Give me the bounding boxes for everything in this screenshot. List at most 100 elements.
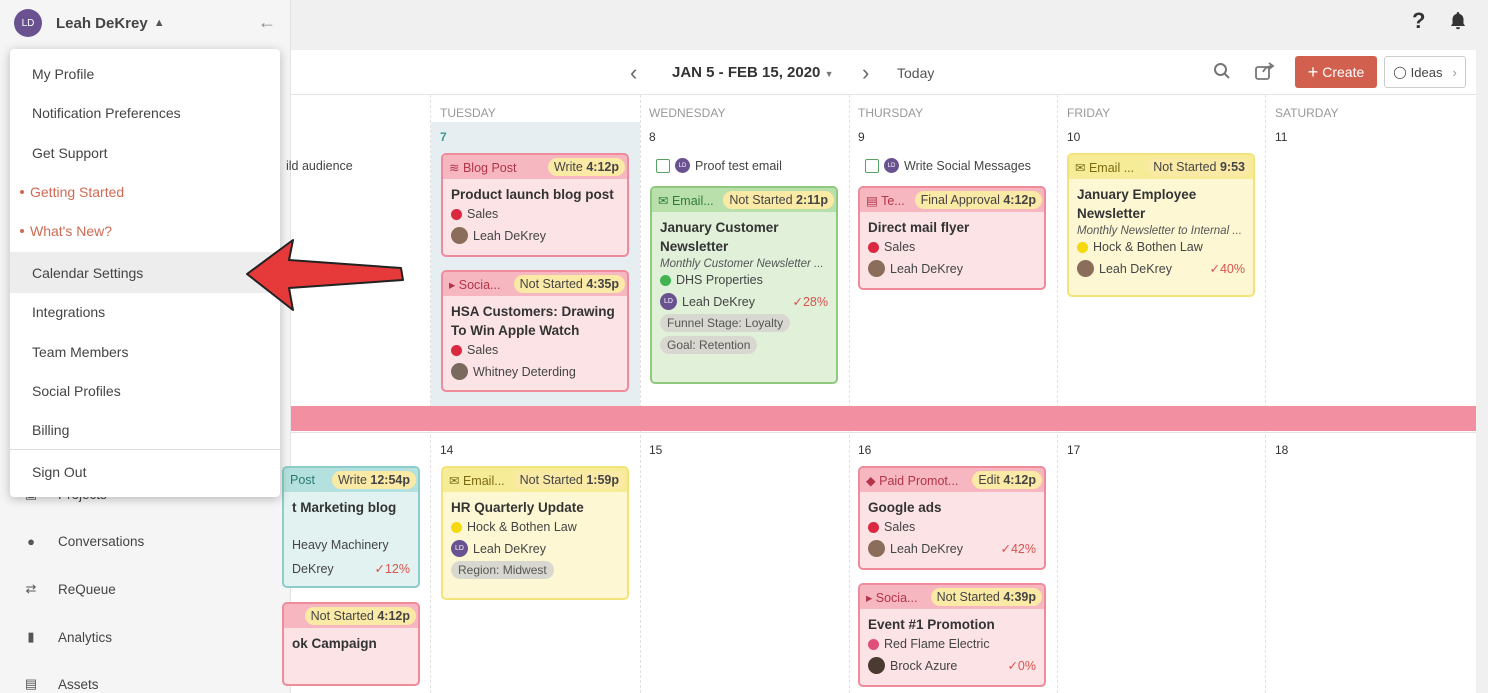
- avatar: [868, 260, 885, 277]
- collapse-sidebar-icon[interactable]: ←: [258, 12, 276, 33]
- nav-assets[interactable]: ▤ Assets: [22, 676, 99, 692]
- date-number[interactable]: 14: [440, 443, 453, 457]
- checkbox[interactable]: [865, 158, 879, 173]
- card-title: Direct mail flyer: [868, 220, 970, 235]
- ideas-label: Ideas: [1410, 64, 1443, 80]
- avatar: LD: [660, 293, 677, 310]
- date-range-label: JAN 5 - FEB 15, 2020: [672, 64, 821, 81]
- card-label: Goal: Retention: [660, 336, 758, 354]
- card-title: Google ads: [868, 500, 942, 515]
- menu-item-whats-new[interactable]: What's New?: [10, 212, 280, 250]
- user-menu-toggle[interactable]: LD Leah DeKrey ▲: [14, 9, 165, 37]
- card-type: ≋ Blog Post: [449, 160, 517, 175]
- card-tag: Hock & Bothen Law: [1069, 237, 1253, 254]
- date-number[interactable]: 15: [649, 443, 662, 457]
- card-tag: Sales: [443, 340, 627, 357]
- partial-text: ild audience: [286, 159, 353, 173]
- date-number[interactable]: 17: [1067, 443, 1080, 457]
- avatar: LD: [675, 158, 690, 173]
- menu-item-get-support[interactable]: Get Support: [10, 134, 280, 172]
- date-number[interactable]: 11: [1275, 130, 1287, 144]
- task-item[interactable]: LD Proof test email: [656, 158, 782, 173]
- share-icon[interactable]: [1255, 62, 1275, 83]
- briefcase-icon: ▤: [24, 676, 38, 691]
- date-number[interactable]: 16: [858, 443, 871, 457]
- card-title: January Employee Newsletter: [1077, 187, 1197, 221]
- card-person: Brock Azure ✓0%: [860, 654, 1044, 674]
- search-icon[interactable]: [1213, 62, 1231, 83]
- card-label: Funnel Stage: Loyalty: [660, 314, 791, 332]
- card-type: ◆ Paid Promot...: [866, 473, 959, 488]
- nav-analytics[interactable]: ▮ Analytics: [22, 629, 112, 645]
- prev-icon[interactable]: ‹: [630, 60, 637, 86]
- status-pill: Not Started 4:35p: [513, 275, 625, 293]
- column-divider: [640, 95, 641, 693]
- status-pill: Edit 4:12p: [972, 471, 1042, 489]
- content-card[interactable]: ◆ Paid Promot... Edit 4:12p Google ads Sa…: [858, 466, 1046, 570]
- date-number[interactable]: 7: [440, 130, 447, 144]
- card-person: Whitney Deterding: [443, 360, 627, 380]
- bell-icon[interactable]: [1448, 11, 1468, 34]
- card-title: Event #1 Promotion: [868, 617, 995, 632]
- day-name: FRIDAY: [1067, 106, 1111, 120]
- menu-item-calendar-settings[interactable]: Calendar Settings: [10, 252, 280, 293]
- content-card[interactable]: ✉ Email ... Not Started 9:53 January Empl…: [1067, 153, 1255, 297]
- card-tag: Red Flame Electric: [860, 634, 1044, 651]
- menu-item-billing[interactable]: Billing: [10, 411, 280, 449]
- avatar: [868, 540, 885, 557]
- status-pill: Not Started 4:39p: [930, 588, 1042, 606]
- nav-label: Analytics: [58, 629, 113, 645]
- date-range-selector[interactable]: JAN 5 - FEB 15, 2020 ▼: [672, 64, 834, 81]
- content-card[interactable]: Not Started 4:12p ok Campaign: [282, 602, 420, 686]
- date-number[interactable]: 10: [1067, 130, 1080, 144]
- content-card[interactable]: Post Write 12:54p t Marketing blog Heavy …: [282, 466, 420, 588]
- progress-percent: ✓28%: [792, 295, 828, 309]
- menu-item-notification-preferences[interactable]: Notification Preferences: [10, 94, 280, 132]
- progress-percent: ✓0%: [1007, 659, 1036, 673]
- card-type: ✉ Email ...: [1075, 160, 1135, 175]
- card-person: Leah DeKrey ✓42%: [860, 537, 1044, 557]
- create-label: Create: [1322, 64, 1365, 80]
- card-title: ok Campaign: [292, 636, 377, 651]
- date-number[interactable]: 18: [1275, 443, 1288, 457]
- card-title: January Customer Newsletter: [660, 220, 779, 254]
- content-card[interactable]: ▸ Socia... Not Started 4:39p Event #1 Pro…: [858, 583, 1046, 687]
- date-number[interactable]: 8: [649, 130, 656, 144]
- content-card[interactable]: ✉ Email... Not Started 2:11p January Cust…: [650, 186, 838, 384]
- next-icon[interactable]: ›: [862, 60, 869, 86]
- date-number[interactable]: 9: [858, 130, 865, 144]
- nav-label: ReQueue: [58, 581, 116, 597]
- checkbox[interactable]: [656, 158, 670, 173]
- content-card[interactable]: ✉ Email... Not Started 1:59p HR Quarterly…: [441, 466, 629, 600]
- annotation-arrow-icon: [246, 239, 404, 311]
- content-card[interactable]: ▤ Te... Final Approval 4:12p Direct mail …: [858, 186, 1046, 290]
- card-title: HSA Customers: Drawing To Win Apple Watc…: [451, 304, 615, 338]
- menu-item-social-profiles[interactable]: Social Profiles: [10, 372, 280, 410]
- status-pill: Not Started 1:59p: [513, 471, 625, 489]
- status-pill: Write 4:12p: [547, 158, 625, 176]
- create-button[interactable]: + Create: [1295, 56, 1377, 88]
- row-divider: [291, 432, 1476, 433]
- today-button[interactable]: Today: [897, 65, 934, 81]
- content-card[interactable]: ▸ Socia... Not Started 4:35p HSA Customer…: [441, 270, 629, 392]
- ideas-button[interactable]: ◯ Ideas ›: [1384, 56, 1466, 88]
- card-person: Leah DeKrey: [860, 257, 1044, 277]
- day-name: TUESDAY: [440, 106, 496, 120]
- nav-requeue[interactable]: ⇄ ReQueue: [22, 581, 116, 597]
- menu-item-team-members[interactable]: Team Members: [10, 333, 280, 371]
- card-tag: DHS Properties: [652, 270, 836, 287]
- progress-percent: ✓42%: [1000, 542, 1036, 556]
- card-type: ✉ Email...: [658, 193, 714, 208]
- avatar: LD: [884, 158, 899, 173]
- nav-conversations[interactable]: ● Conversations: [22, 534, 144, 549]
- help-icon[interactable]: ?: [1412, 8, 1425, 34]
- menu-item-getting-started[interactable]: Getting Started: [10, 173, 280, 211]
- menu-item-sign-out[interactable]: Sign Out: [10, 453, 280, 491]
- card-person: Leah DeKrey ✓40%: [1069, 257, 1253, 277]
- content-card[interactable]: ≋ Blog Post Write 4:12p Product launch bl…: [441, 153, 629, 257]
- menu-item-integrations[interactable]: Integrations: [10, 293, 280, 331]
- card-person: LD Leah DeKrey: [443, 537, 627, 557]
- task-item[interactable]: LD Write Social Messages: [865, 158, 1031, 173]
- avatar: LD: [451, 540, 468, 557]
- menu-item-my-profile[interactable]: My Profile: [10, 55, 280, 93]
